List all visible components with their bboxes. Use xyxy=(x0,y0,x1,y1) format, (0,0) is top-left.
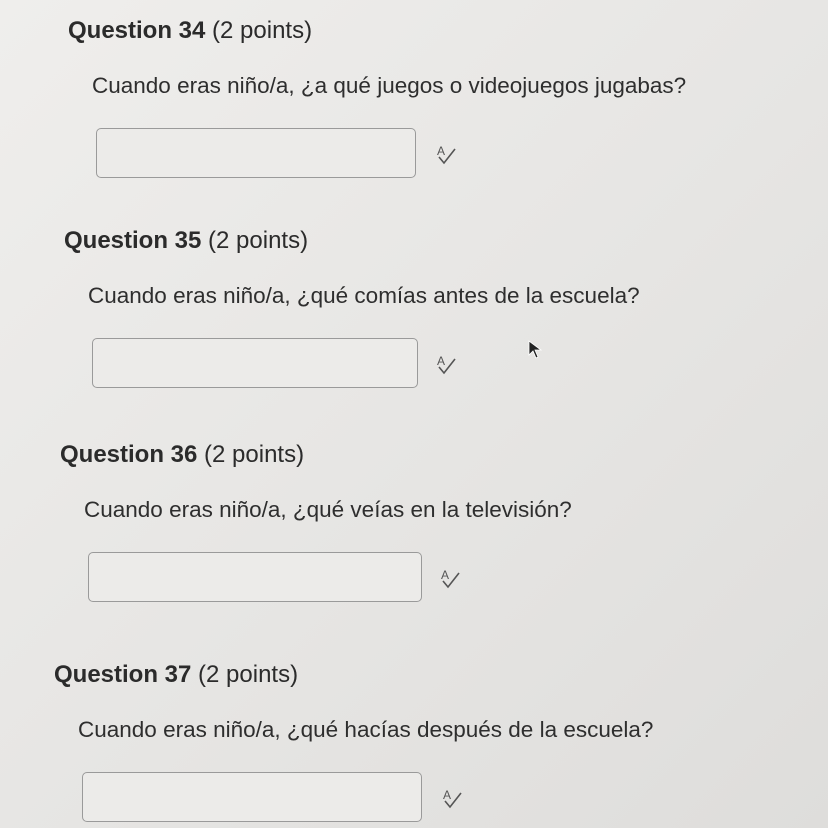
question-points: (2 points) xyxy=(212,17,313,44)
question-heading: Question 36 (2 points) xyxy=(60,440,820,470)
answer-row: A xyxy=(96,128,828,182)
question-number: Question 35 xyxy=(64,227,202,254)
answer-row: A xyxy=(88,552,820,606)
answer-input[interactable] xyxy=(92,338,418,388)
question-heading: Question 34 (2 points) xyxy=(68,16,828,46)
question-heading: Question 35 (2 points) xyxy=(64,226,824,256)
mouse-pointer-icon xyxy=(528,340,544,360)
question-prompt: Cuando eras niño/a, ¿a qué juegos o vide… xyxy=(92,73,687,98)
answer-row: A xyxy=(92,338,824,392)
svg-text:A: A xyxy=(441,568,449,582)
svg-text:A: A xyxy=(437,144,445,158)
question-points: (2 points) xyxy=(208,227,309,254)
spellcheck-icon[interactable]: A xyxy=(442,788,464,810)
svg-text:A: A xyxy=(443,788,451,802)
spellcheck-icon[interactable]: A xyxy=(436,144,458,166)
question-number: Question 34 xyxy=(68,17,206,44)
answer-input[interactable] xyxy=(88,552,422,602)
question-34: Question 34 (2 points) Cuando eras niño/… xyxy=(68,16,828,182)
svg-text:A: A xyxy=(437,354,445,368)
question-37: Question 37 (2 points) Cuando eras niño/… xyxy=(54,660,814,826)
quiz-page: Question 34 (2 points) Cuando eras niño/… xyxy=(0,0,828,828)
question-heading: Question 37 (2 points) xyxy=(54,660,814,690)
spellcheck-icon[interactable]: A xyxy=(436,354,458,376)
question-prompt: Cuando eras niño/a, ¿qué hacías después … xyxy=(78,717,654,742)
question-number: Question 37 xyxy=(54,661,192,688)
question-points: (2 points) xyxy=(204,441,305,468)
question-36: Question 36 (2 points) Cuando eras niño/… xyxy=(60,440,820,606)
question-prompt: Cuando eras niño/a, ¿qué veías en la tel… xyxy=(84,497,572,522)
question-prompt: Cuando eras niño/a, ¿qué comías antes de… xyxy=(88,283,640,308)
spellcheck-icon[interactable]: A xyxy=(440,568,462,590)
question-35: Question 35 (2 points) Cuando eras niño/… xyxy=(64,226,824,392)
answer-row: A xyxy=(82,772,814,826)
question-points: (2 points) xyxy=(198,661,299,688)
answer-input[interactable] xyxy=(82,772,422,822)
answer-input[interactable] xyxy=(96,128,416,178)
question-number: Question 36 xyxy=(60,441,198,468)
